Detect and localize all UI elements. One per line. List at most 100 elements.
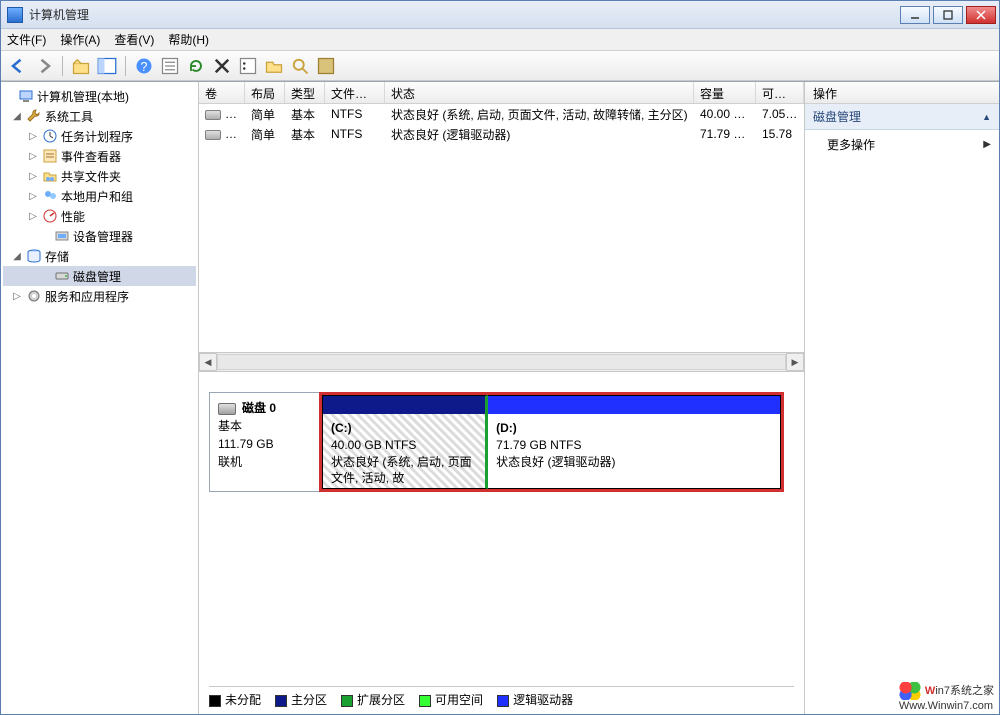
legend-free: 可用空间 — [435, 693, 483, 707]
partition-header — [488, 396, 780, 414]
tree-label: 性能 — [61, 208, 85, 225]
scroll-left-button[interactable]: ◀ — [199, 353, 217, 371]
svg-text:?: ? — [141, 60, 148, 74]
col-layout[interactable]: 布局 — [245, 82, 285, 103]
window-title: 计算机管理 — [29, 6, 89, 23]
close-button[interactable] — [966, 6, 996, 24]
toolbar: ? — [1, 51, 999, 81]
search-icon[interactable] — [289, 55, 311, 77]
tree-label: 本地用户和组 — [61, 188, 133, 205]
actions-pane: 操作 磁盘管理 ▲ 更多操作 ▶ — [805, 82, 999, 714]
tree-event-viewer[interactable]: ▷ 事件查看器 — [3, 146, 196, 166]
back-button[interactable] — [7, 55, 29, 77]
show-hide-tree-button[interactable] — [96, 55, 118, 77]
chevron-right-icon: ▶ — [983, 139, 991, 150]
tree-system-tools[interactable]: ◢ 系统工具 — [3, 106, 196, 126]
tree-root[interactable]: 计算机管理(本地) — [3, 86, 196, 106]
delete-icon[interactable] — [211, 55, 233, 77]
col-type[interactable]: 类型 — [285, 82, 325, 103]
actions-more[interactable]: 更多操作 ▶ — [805, 130, 999, 159]
actions-section-label: 磁盘管理 — [813, 108, 861, 125]
disk-row[interactable]: 磁盘 0 基本 111.79 GB 联机 (C:) 40.00 GB NTFS … — [209, 392, 784, 492]
tree-storage[interactable]: ◢ 存储 — [3, 246, 196, 266]
disk-partitions: (C:) 40.00 GB NTFS 状态良好 (系统, 启动, 页面文件, 活… — [319, 392, 784, 492]
tree-services-apps[interactable]: ▷ 服务和应用程序 — [3, 286, 196, 306]
vol-fs: NTFS — [325, 107, 385, 121]
vol-type: 基本 — [285, 126, 325, 143]
volume-list-header[interactable]: 卷 布局 类型 文件系统 状态 容量 可用空 — [199, 82, 804, 104]
services-icon — [26, 288, 42, 304]
disk-capacity: 111.79 GB — [218, 435, 311, 453]
col-capacity[interactable]: 容量 — [694, 82, 756, 103]
up-button[interactable] — [70, 55, 92, 77]
titlebar: 计算机管理 — [1, 1, 999, 29]
drive-icon — [205, 110, 221, 120]
tree-performance[interactable]: ▷ 性能 — [3, 206, 196, 226]
scroll-right-button[interactable]: ▶ — [786, 353, 804, 371]
forward-button[interactable] — [33, 55, 55, 77]
performance-icon — [42, 208, 58, 224]
menubar: 文件(F) 操作(A) 查看(V) 帮助(H) — [1, 29, 999, 51]
actions-more-label: 更多操作 — [827, 136, 875, 153]
tree-local-users[interactable]: ▷ 本地用户和组 — [3, 186, 196, 206]
shared-folder-icon — [42, 168, 58, 184]
tool-icon[interactable] — [315, 55, 337, 77]
scroll-track[interactable] — [217, 354, 786, 370]
collapse-icon: ▲ — [982, 112, 991, 122]
legend-swatch-free — [419, 695, 431, 707]
tree-shared-folders[interactable]: ▷ 共享文件夹 — [3, 166, 196, 186]
vol-status: 状态良好 (系统, 启动, 页面文件, 活动, 故障转储, 主分区) — [385, 106, 694, 123]
actions-section-disk-management[interactable]: 磁盘管理 ▲ — [805, 104, 999, 130]
disk-icon — [218, 403, 236, 415]
help-icon[interactable]: ? — [133, 55, 155, 77]
partition-d[interactable]: (D:) 71.79 GB NTFS 状态良好 (逻辑驱动器) — [488, 395, 781, 489]
disk-icon — [54, 268, 70, 284]
partition-header — [323, 396, 485, 414]
col-volume[interactable]: 卷 — [199, 82, 245, 103]
center-pane: 卷 布局 类型 文件系统 状态 容量 可用空 (C:) 简单 基本 NTFS 状… — [199, 82, 805, 714]
tree-label: 磁盘管理 — [73, 268, 121, 285]
menu-view[interactable]: 查看(V) — [114, 31, 154, 48]
clock-icon — [42, 128, 58, 144]
settings-list-icon[interactable] — [237, 55, 259, 77]
tree-label: 任务计划程序 — [61, 128, 133, 145]
tree-label: 事件查看器 — [61, 148, 121, 165]
menu-file[interactable]: 文件(F) — [7, 31, 46, 48]
legend-primary: 主分区 — [291, 693, 327, 707]
partition-status: 状态良好 (逻辑驱动器) — [496, 454, 772, 471]
drive-icon — [205, 130, 221, 140]
disk-info[interactable]: 磁盘 0 基本 111.79 GB 联机 — [209, 392, 319, 492]
menu-help[interactable]: 帮助(H) — [168, 31, 209, 48]
volume-list-body[interactable]: (C:) 简单 基本 NTFS 状态良好 (系统, 启动, 页面文件, 活动, … — [199, 104, 804, 352]
partition-c[interactable]: (C:) 40.00 GB NTFS 状态良好 (系统, 启动, 页面文件, 活… — [322, 395, 488, 489]
table-row[interactable]: (D:) 简单 基本 NTFS 状态良好 (逻辑驱动器) 71.79 GB 15… — [199, 124, 804, 144]
tree-label: 设备管理器 — [73, 228, 133, 245]
vol-capacity: 71.79 GB — [694, 127, 756, 141]
tree-label: 存储 — [45, 248, 69, 265]
refresh-icon[interactable] — [185, 55, 207, 77]
folder-open-icon[interactable] — [263, 55, 285, 77]
tree-disk-management[interactable]: 磁盘管理 — [3, 266, 196, 286]
tree-device-manager[interactable]: 设备管理器 — [3, 226, 196, 246]
table-row[interactable]: (C:) 简单 基本 NTFS 状态良好 (系统, 启动, 页面文件, 活动, … — [199, 104, 804, 124]
tree-label: 系统工具 — [45, 108, 93, 125]
partition-size: 40.00 GB NTFS — [331, 437, 477, 454]
actions-title: 操作 — [805, 82, 999, 104]
tree-task-scheduler[interactable]: ▷ 任务计划程序 — [3, 126, 196, 146]
nav-tree[interactable]: 计算机管理(本地) ◢ 系统工具 ▷ 任务计划程序 ▷ 事件查看器 ▷ 共享文件… — [1, 82, 199, 714]
menu-action[interactable]: 操作(A) — [60, 31, 100, 48]
legend-extended: 扩展分区 — [357, 693, 405, 707]
col-free[interactable]: 可用空 — [756, 82, 804, 103]
col-filesystem[interactable]: 文件系统 — [325, 82, 385, 103]
device-icon — [54, 228, 70, 244]
legend-swatch-extended — [341, 695, 353, 707]
minimize-button[interactable] — [900, 6, 930, 24]
volume-list: 卷 布局 类型 文件系统 状态 容量 可用空 (C:) 简单 基本 NTFS 状… — [199, 82, 804, 352]
horizontal-scrollbar[interactable]: ◀ ▶ — [199, 352, 804, 372]
partition-name: (C:) — [331, 420, 477, 437]
maximize-button[interactable] — [933, 6, 963, 24]
properties-icon[interactable] — [159, 55, 181, 77]
legend-swatch-primary — [275, 695, 287, 707]
col-status[interactable]: 状态 — [385, 82, 694, 103]
vol-free: 7.05 G — [756, 107, 804, 121]
